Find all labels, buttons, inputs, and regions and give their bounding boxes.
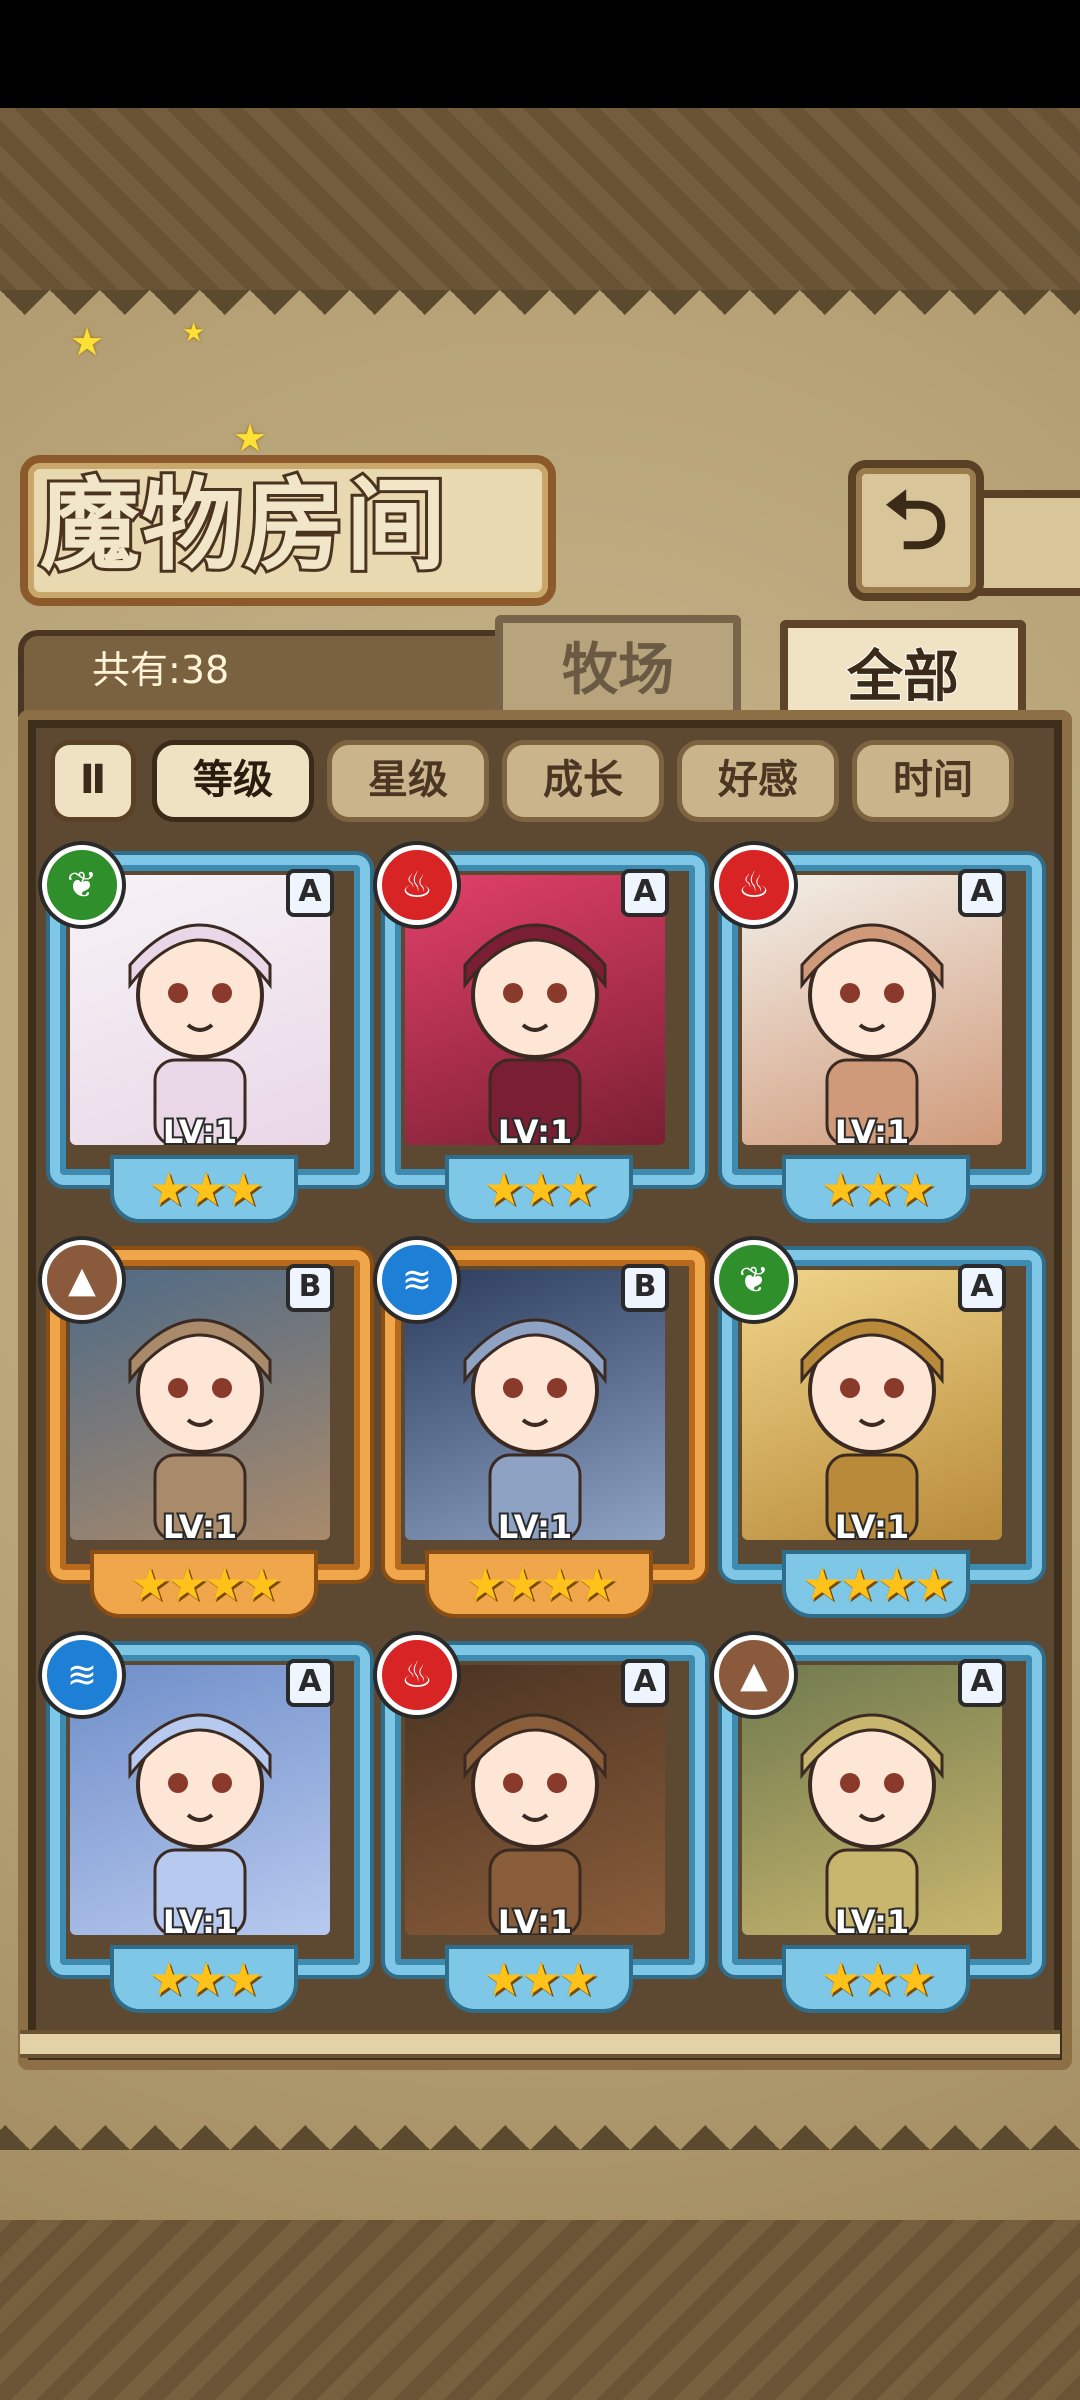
element-earth-icon: ▲ bbox=[714, 1635, 794, 1715]
element-earth-icon: ▲ bbox=[42, 1240, 122, 1320]
monster-card[interactable]: ❦ A LV:1 ★★★★ bbox=[714, 1240, 1042, 1620]
rank-badge: B bbox=[286, 1264, 334, 1312]
rank-badge: A bbox=[286, 869, 334, 917]
level-label: LV:1 bbox=[833, 1111, 911, 1153]
level-label: LV:1 bbox=[496, 1506, 574, 1548]
stars-base: ★★★ bbox=[445, 1945, 633, 2013]
star-rating-icon: ★★★★ bbox=[129, 1557, 283, 1611]
stars-base: ★★★ bbox=[445, 1155, 633, 1223]
star-rating-icon: ★★★ bbox=[820, 1162, 936, 1216]
stars-base: ★★★ bbox=[110, 1155, 298, 1223]
monster-card[interactable]: ≋ B LV:1 ★★★★ bbox=[377, 1240, 705, 1620]
rank-badge: A bbox=[621, 869, 669, 917]
monster-card[interactable]: ▲ A LV:1 ★★★ bbox=[714, 1635, 1042, 2015]
star-rating-icon: ★★★ bbox=[483, 1952, 599, 2006]
zigzag-border-bottom bbox=[0, 2100, 1080, 2150]
page-title: 魔物房间 bbox=[37, 463, 449, 587]
sort-star-button[interactable]: 星级 bbox=[327, 740, 489, 822]
element-fire-icon: ♨ bbox=[377, 1635, 457, 1715]
map-background-bottom bbox=[0, 2210, 1080, 2400]
sort-order-toggle[interactable]: Ⅱ bbox=[50, 740, 136, 822]
star-rating-icon: ★★★ bbox=[483, 1162, 599, 1216]
sort-affection-button[interactable]: 好感 bbox=[677, 740, 839, 822]
rank-badge: A bbox=[286, 1659, 334, 1707]
sort-level-button[interactable]: 等级 bbox=[152, 740, 314, 822]
sort-time-button[interactable]: 时间 bbox=[852, 740, 1014, 822]
rank-badge: A bbox=[621, 1659, 669, 1707]
level-label: LV:1 bbox=[496, 1901, 574, 1943]
monster-card[interactable]: ≋ A LV:1 ★★★ bbox=[42, 1635, 370, 2015]
bottom-rail bbox=[20, 2030, 1060, 2058]
level-label: LV:1 bbox=[833, 1506, 911, 1548]
star-decoration-icon: ★ bbox=[70, 320, 105, 364]
element-water-icon: ≋ bbox=[42, 1635, 122, 1715]
rank-badge: A bbox=[958, 869, 1006, 917]
stars-base: ★★★★ bbox=[425, 1550, 653, 1618]
stars-base: ★★★ bbox=[110, 1945, 298, 2013]
stars-base: ★★★ bbox=[782, 1945, 970, 2013]
monster-card[interactable]: ❦ A LV:1 ★★★ bbox=[42, 845, 370, 1225]
back-button[interactable]: ⮌ bbox=[848, 460, 984, 601]
monster-card[interactable]: ▲ B LV:1 ★★★★ bbox=[42, 1240, 370, 1620]
level-label: LV:1 bbox=[833, 1901, 911, 1943]
rank-badge: A bbox=[958, 1659, 1006, 1707]
star-rating-icon: ★★★★ bbox=[464, 1557, 618, 1611]
monster-card[interactable]: ♨ A LV:1 ★★★ bbox=[714, 845, 1042, 1225]
map-background-top bbox=[0, 108, 1080, 298]
tab-farm[interactable]: 牧场 bbox=[495, 615, 741, 718]
monster-card[interactable]: ♨ A LV:1 ★★★ bbox=[377, 1635, 705, 2015]
back-icon: ⮌ bbox=[883, 473, 949, 567]
star-rating-icon: ★★★ bbox=[820, 1952, 936, 2006]
level-label: LV:1 bbox=[161, 1111, 239, 1153]
star-rating-icon: ★★★ bbox=[148, 1952, 264, 2006]
element-water-icon: ≋ bbox=[377, 1240, 457, 1320]
element-leaf-icon: ❦ bbox=[714, 1240, 794, 1320]
element-fire-icon: ♨ bbox=[714, 845, 794, 925]
element-fire-icon: ♨ bbox=[377, 845, 457, 925]
star-rating-icon: ★★★ bbox=[148, 1162, 264, 1216]
stars-base: ★★★ bbox=[782, 1155, 970, 1223]
stars-base: ★★★★ bbox=[782, 1550, 970, 1618]
stars-base: ★★★★ bbox=[90, 1550, 318, 1618]
rank-badge: A bbox=[958, 1264, 1006, 1312]
monster-count: 共有:38 bbox=[92, 648, 230, 692]
level-label: LV:1 bbox=[161, 1901, 239, 1943]
star-rating-icon: ★★★★ bbox=[801, 1557, 955, 1611]
monster-card[interactable]: ♨ A LV:1 ★★★ bbox=[377, 845, 705, 1225]
zigzag-border-top bbox=[0, 290, 1080, 340]
star-decoration-icon: ★ bbox=[233, 416, 268, 460]
level-label: LV:1 bbox=[161, 1506, 239, 1548]
level-label: LV:1 bbox=[496, 1111, 574, 1153]
sort-growth-button[interactable]: 成长 bbox=[502, 740, 664, 822]
rank-badge: B bbox=[621, 1264, 669, 1312]
element-leaf-icon: ❦ bbox=[42, 845, 122, 925]
star-decoration-icon: ★ bbox=[182, 318, 206, 348]
